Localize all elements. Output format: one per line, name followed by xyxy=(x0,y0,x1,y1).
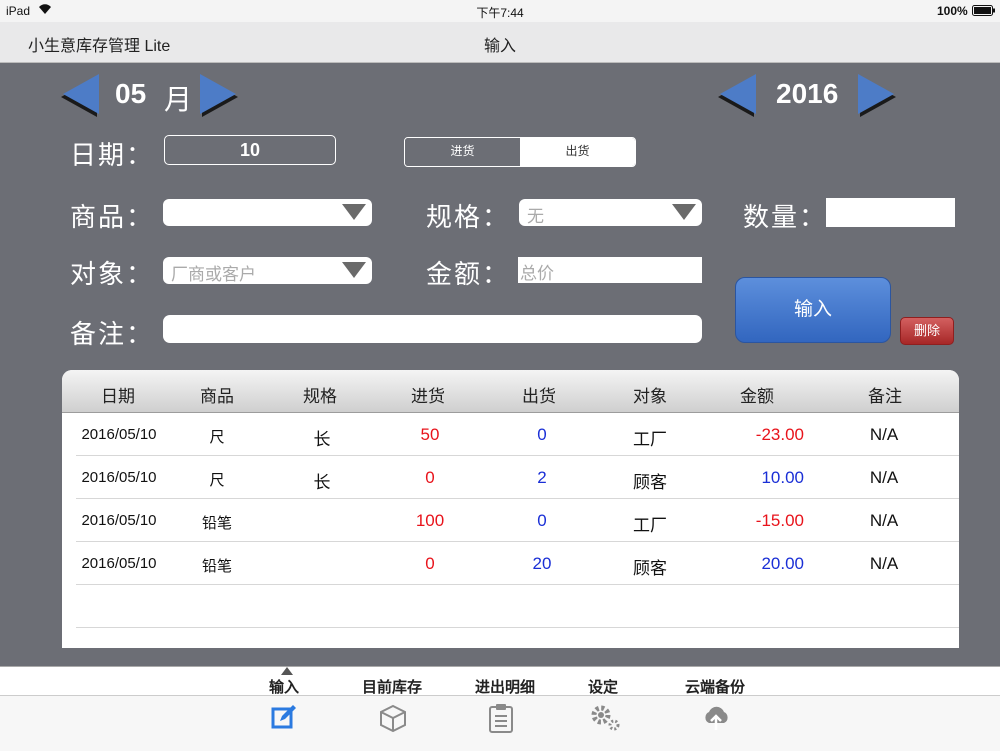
cell-note: N/A xyxy=(869,554,899,573)
edit-icon[interactable] xyxy=(270,703,298,731)
table-row[interactable]: 2016/05/10 铅笔 100 0 工厂 -15.00 N/A xyxy=(62,499,959,542)
header-target: 对象 xyxy=(633,387,667,406)
chevron-down-icon xyxy=(342,204,366,220)
tab-settings-label[interactable]: 设定 xyxy=(553,676,653,697)
cell-note: N/A xyxy=(869,425,899,444)
note-field[interactable] xyxy=(163,315,702,343)
chevron-down-icon xyxy=(342,262,366,278)
tab-details-label[interactable]: 进出明细 xyxy=(455,676,555,697)
app-title: 小生意库存管理 Lite xyxy=(28,38,171,55)
spec-select[interactable]: 无 xyxy=(519,199,702,226)
product-label: 商品： xyxy=(70,202,155,232)
table-row[interactable]: 2016/05/10 铅笔 0 20 顾客 20.00 N/A xyxy=(62,542,959,585)
input-button[interactable]: 输入 xyxy=(735,277,891,343)
cell-target: 工厂 xyxy=(633,430,667,449)
cell-date: 2016/05/10 xyxy=(81,555,157,572)
cell-in: 50 xyxy=(420,425,440,444)
box-icon[interactable] xyxy=(378,703,406,733)
spec-label: 规格： xyxy=(426,202,511,232)
date-label: 日期： xyxy=(70,140,155,170)
header-product: 商品 xyxy=(200,387,234,406)
status-time: 下午7:44 xyxy=(476,6,524,20)
cell-product: 铅笔 xyxy=(201,558,232,575)
cell-target: 顾客 xyxy=(633,473,667,492)
header-out: 出货 xyxy=(522,387,556,406)
clipboard-icon[interactable] xyxy=(487,703,515,733)
product-select[interactable] xyxy=(163,199,372,226)
previous-month-arrow[interactable] xyxy=(63,74,99,114)
chevron-down-icon xyxy=(672,204,696,220)
active-tab-indicator xyxy=(281,667,293,675)
cell-amount: 20.00 xyxy=(761,554,804,573)
battery-percent: 100% xyxy=(937,4,968,18)
header-note: 备注 xyxy=(868,387,902,406)
table-row-empty xyxy=(62,585,959,628)
cell-out: 0 xyxy=(537,511,547,530)
cell-amount: -23.00 xyxy=(755,425,804,444)
cell-date: 2016/05/10 xyxy=(81,426,157,443)
segment-out[interactable]: 出货 xyxy=(520,138,635,166)
cell-note: N/A xyxy=(869,468,899,487)
cell-note: N/A xyxy=(869,511,899,530)
cell-in: 0 xyxy=(425,468,435,487)
cell-product: 尺 xyxy=(209,472,225,489)
header-spec: 规格 xyxy=(303,387,337,406)
in-out-segmented-control[interactable]: 进货 出货 xyxy=(404,137,636,167)
table-row[interactable]: 2016/05/10 尺 长 50 0 工厂 -23.00 N/A xyxy=(62,413,959,456)
cell-spec: 长 xyxy=(313,430,331,449)
next-year-arrow[interactable] xyxy=(858,74,894,114)
quantity-field[interactable] xyxy=(826,198,955,227)
cell-spec: 长 xyxy=(313,473,331,492)
cell-out: 2 xyxy=(537,468,547,487)
target-select-placeholder: 厂商或客户 xyxy=(171,265,256,284)
navigation-bar: 输入 小生意库存管理 Lite xyxy=(0,22,1000,63)
cell-product: 铅笔 xyxy=(201,515,232,532)
cell-amount: -15.00 xyxy=(755,511,804,530)
month-value: 05 xyxy=(115,78,147,109)
table-row[interactable]: 2016/05/10 尺 长 0 2 顾客 10.00 N/A xyxy=(62,456,959,499)
note-label: 备注： xyxy=(70,319,155,349)
cell-date: 2016/05/10 xyxy=(81,469,157,486)
quantity-label: 数量： xyxy=(743,202,828,232)
row-divider xyxy=(76,627,959,628)
date-field[interactable]: 10 xyxy=(164,135,336,165)
month-unit: 月 xyxy=(164,84,193,115)
header-in: 进货 xyxy=(411,387,445,406)
gear-icon[interactable] xyxy=(589,703,620,731)
tab-input-label[interactable]: 输入 xyxy=(234,676,334,697)
cell-product: 尺 xyxy=(209,429,225,446)
year-value: 2016 xyxy=(776,78,839,109)
amount-field[interactable]: 总价 xyxy=(518,257,702,283)
cell-date: 2016/05/10 xyxy=(81,512,157,529)
cell-amount: 10.00 xyxy=(761,468,804,487)
next-month-arrow[interactable] xyxy=(200,74,236,114)
status-bar: iPad 下午7:44 100% xyxy=(0,0,1000,22)
spec-select-placeholder: 无 xyxy=(527,207,544,226)
previous-year-arrow[interactable] xyxy=(720,74,756,114)
tab-bar: 输入 目前库存 进出明细 设定 云端备份 xyxy=(0,666,1000,751)
header-date: 日期 xyxy=(101,387,135,406)
cloud-upload-icon[interactable] xyxy=(701,703,729,731)
cell-target: 工厂 xyxy=(633,516,667,535)
amount-label: 金额： xyxy=(426,259,511,289)
cell-out: 20 xyxy=(532,554,552,573)
header-amount: 金额 xyxy=(740,387,774,406)
tab-cloud-backup-label[interactable]: 云端备份 xyxy=(665,676,765,697)
battery-icon xyxy=(972,5,996,19)
cell-target: 顾客 xyxy=(633,559,667,578)
target-label: 对象： xyxy=(70,259,155,289)
tab-inventory-label[interactable]: 目前库存 xyxy=(342,676,442,697)
cell-in: 0 xyxy=(425,554,435,573)
target-select[interactable]: 厂商或客户 xyxy=(163,257,372,284)
cell-in: 100 xyxy=(415,511,445,530)
delete-button[interactable]: 删除 xyxy=(900,317,954,345)
table-header: 日期 商品 规格 进货 出货 对象 金额 备注 xyxy=(62,370,959,413)
records-table: 日期 商品 规格 进货 出货 对象 金额 备注 2016/05/10 尺 长 5… xyxy=(62,370,959,648)
segment-in[interactable]: 进货 xyxy=(405,138,520,166)
cell-out: 0 xyxy=(537,425,547,444)
